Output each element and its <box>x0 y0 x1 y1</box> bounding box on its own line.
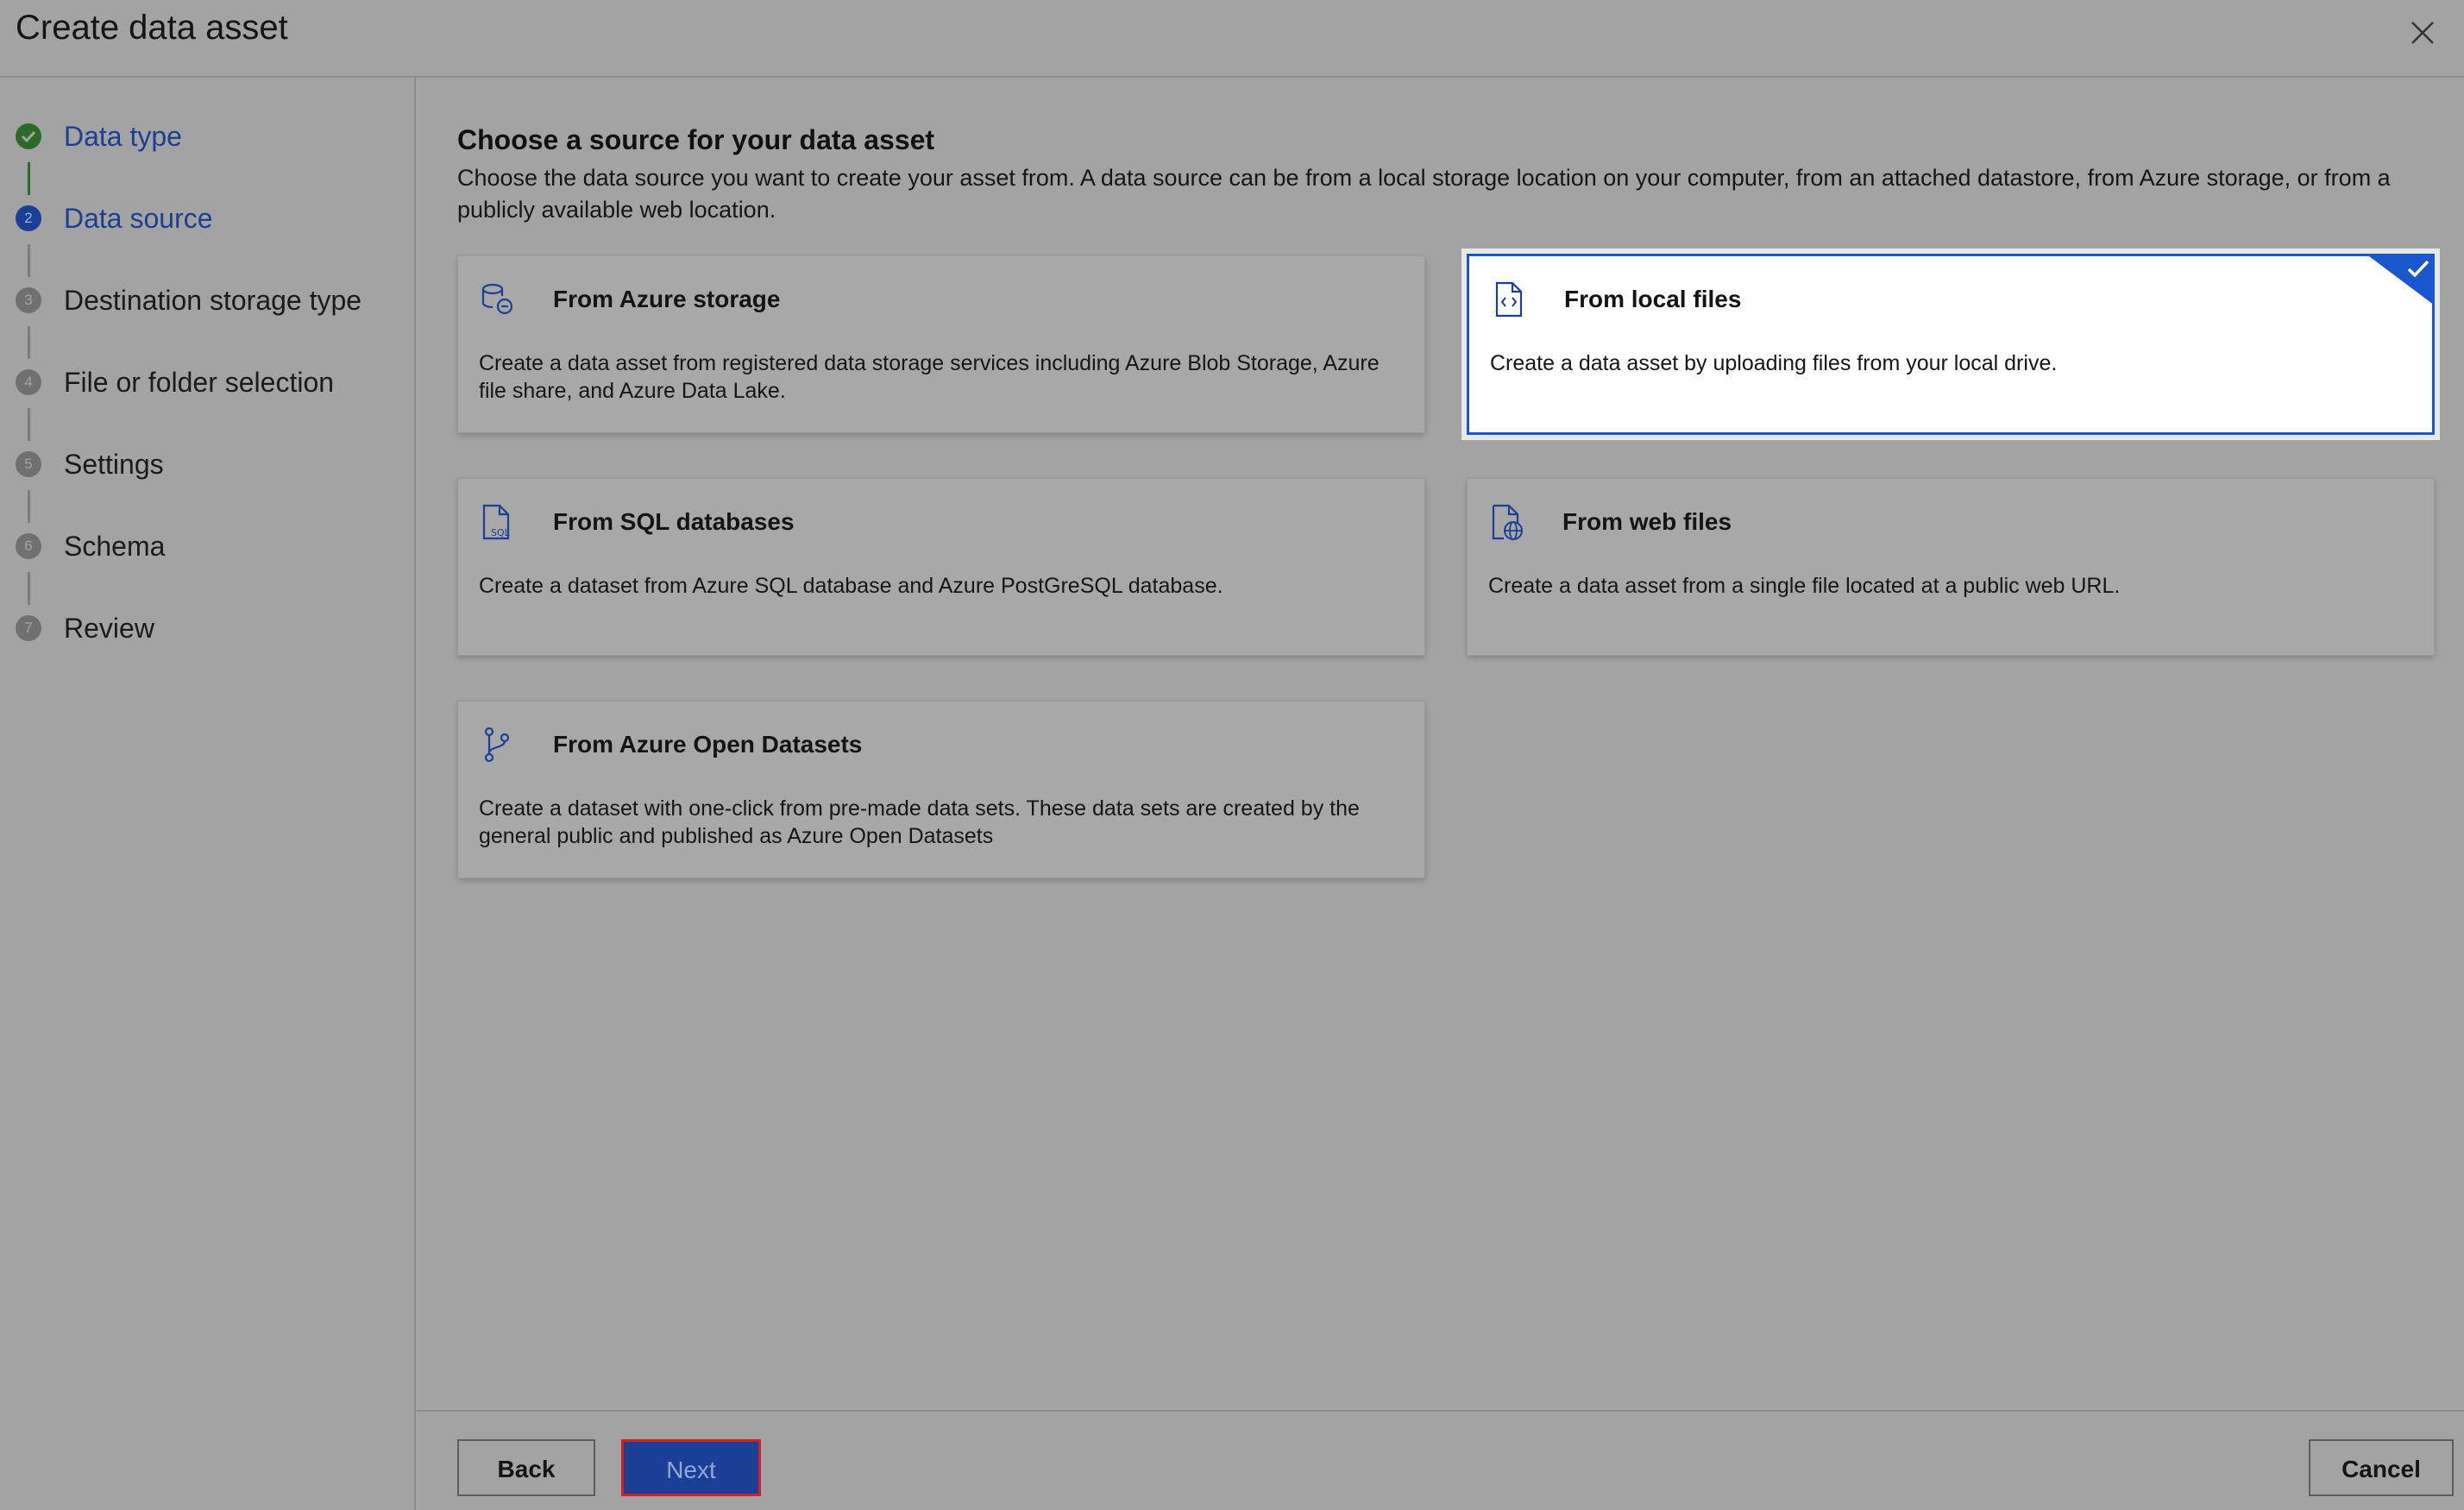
card-title: From SQL databases <box>553 508 795 535</box>
step-file-or-folder-selection[interactable]: 4 File or folder selection <box>0 356 414 408</box>
svg-text:SQL: SQL <box>491 527 511 538</box>
step-schema[interactable]: 6 Schema <box>0 520 414 572</box>
card-description: Create a dataset from Azure SQL database… <box>479 574 1223 598</box>
check-icon <box>16 123 41 149</box>
dialog-title: Create data asset <box>16 9 288 47</box>
selected-checkmark-icon <box>2366 254 2435 305</box>
card-description: Create a data asset by uploading files f… <box>1490 351 2058 375</box>
step-review[interactable]: 7 Review <box>0 602 414 654</box>
step-label: Destination storage type <box>64 285 362 316</box>
step-number: 3 <box>16 287 41 313</box>
card-azure-storage[interactable]: From Azure storage Create a data asset f… <box>457 255 1425 433</box>
file-code-icon <box>1495 281 1523 318</box>
step-settings[interactable]: 5 Settings <box>0 438 414 490</box>
card-web-files[interactable]: From web files Create a data asset from … <box>1467 478 2435 656</box>
card-description: Create a dataset with one-click from pre… <box>479 796 1360 848</box>
back-button[interactable]: Back <box>457 1439 595 1496</box>
section-description: Choose the data source you want to creat… <box>457 165 2391 223</box>
web-file-icon <box>1492 504 1523 540</box>
step-number: 2 <box>16 205 41 231</box>
step-label: Data type <box>64 121 182 152</box>
step-connector <box>28 244 30 277</box>
next-button[interactable]: Next <box>621 1439 761 1496</box>
card-sql-databases[interactable]: SQL From SQL databases Create a dataset … <box>457 478 1425 656</box>
wizard-steps: Data type 2 Data source 3 Destination st… <box>0 78 416 1510</box>
step-destination-storage-type[interactable]: 3 Destination storage type <box>0 274 414 326</box>
step-connector <box>28 490 30 523</box>
card-description: Create a data asset from a single file l… <box>1488 574 2121 598</box>
step-data-type[interactable]: Data type <box>0 110 414 162</box>
step-number: 5 <box>16 451 41 477</box>
step-connector <box>28 326 30 359</box>
card-title: From web files <box>1562 508 1732 535</box>
step-label: Review <box>64 613 154 644</box>
step-connector <box>28 408 30 441</box>
step-number: 6 <box>16 533 41 559</box>
storage-icon <box>481 283 513 315</box>
dialog-header: Create data asset <box>0 0 2464 78</box>
sql-file-icon: SQL <box>482 504 511 540</box>
card-title: From Azure Open Datasets <box>553 731 863 758</box>
step-number: 7 <box>16 615 41 641</box>
step-connector <box>28 572 30 605</box>
card-local-files[interactable]: From local files Create a data asset by … <box>1467 254 2435 435</box>
step-connector <box>28 162 30 195</box>
step-label: File or folder selection <box>64 367 335 398</box>
cancel-button[interactable]: Cancel <box>2309 1439 2454 1496</box>
card-title: From local files <box>1564 286 1742 312</box>
main-content: Choose a source for your data asset Choo… <box>416 78 2464 1410</box>
step-number: 4 <box>16 369 41 395</box>
card-title: From Azure storage <box>553 286 781 312</box>
dialog-footer: Back Next Cancel <box>416 1410 2464 1510</box>
branch-icon <box>484 727 510 763</box>
step-label: Data source <box>64 203 213 234</box>
card-azure-open-datasets[interactable]: From Azure Open Datasets Create a datase… <box>457 701 1425 878</box>
step-label: Schema <box>64 531 166 562</box>
section-heading: Choose a source for your data asset <box>457 124 935 155</box>
card-description: Create a data asset from registered data… <box>479 351 1380 403</box>
step-label: Settings <box>64 449 164 480</box>
close-icon[interactable] <box>2405 16 2440 50</box>
step-data-source[interactable]: 2 Data source <box>0 192 414 244</box>
